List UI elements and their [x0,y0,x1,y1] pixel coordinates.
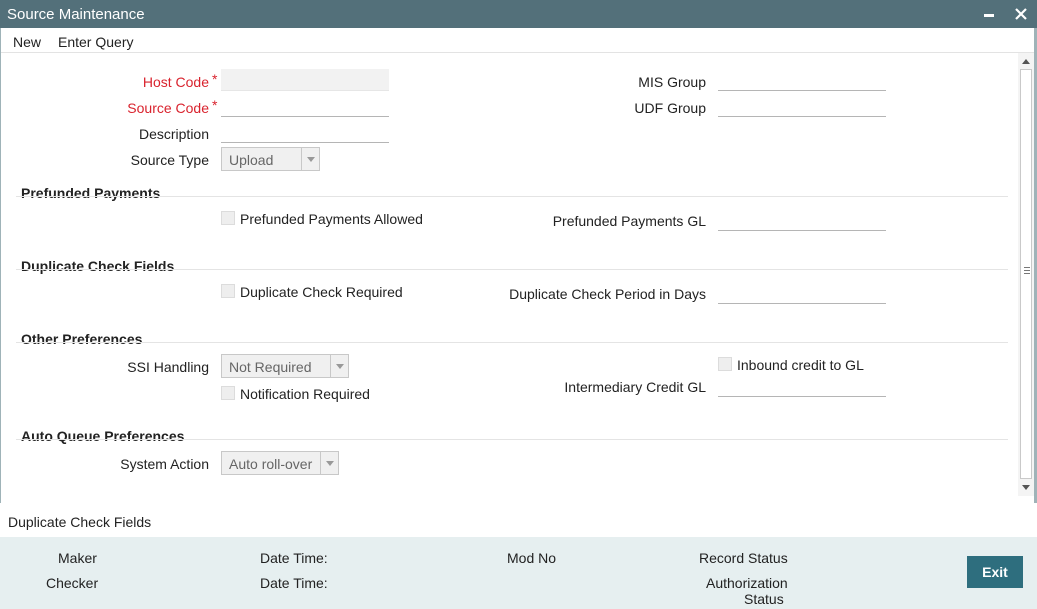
description-field[interactable] [221,121,389,143]
source-type-label: Source Type [130,152,209,168]
duplicate-check-fields-tab[interactable]: Duplicate Check Fields [8,514,151,530]
main-form: Host Code * Source Code * Description So… [1,53,1017,501]
maker-date-time-label: Date Time: [260,550,328,566]
exit-button[interactable]: Exit [967,556,1023,588]
enter-query-menu-item[interactable]: Enter Query [58,34,133,50]
inbound-credit-to-gl-label: Inbound credit to GL [737,357,864,373]
window-title: Source Maintenance [7,6,145,23]
close-icon[interactable] [1010,2,1032,26]
authorization-status-label: Status [744,591,784,607]
minimize-icon[interactable] [978,2,1000,26]
section-divider [16,196,1008,197]
authorization-label: Authorization [706,575,788,591]
duplicate-check-heading: Duplicate Check Fields [21,258,175,274]
source-code-required-marker: * [212,97,218,113]
close-glyph [1015,8,1027,20]
source-code-label: Source Code [127,100,209,116]
host-code-label: Host Code [142,74,209,90]
duplicate-check-required-label: Duplicate Check Required [240,284,403,300]
scrollbar-thumb[interactable] [1020,69,1032,479]
prefunded-payments-allowed-checkbox[interactable] [221,211,235,225]
mis-group-field[interactable] [718,69,886,91]
source-code-field[interactable] [221,95,389,117]
intermediary-credit-gl-label: Intermediary Credit GL [564,379,706,395]
scroll-up-icon[interactable] [1022,59,1030,64]
source-type-value: Upload [229,152,274,168]
source-type-select[interactable]: Upload [221,147,320,171]
footer-tab-bar: Duplicate Check Fields [0,503,1037,537]
menu-bar: New Enter Query [0,28,1037,53]
chevron-down-icon [320,452,338,474]
checker-date-time-label: Date Time: [260,575,328,591]
ssi-handling-value: Not Required [229,359,312,375]
system-action-select[interactable]: Auto roll-over [221,451,339,475]
duplicate-check-period-label: Duplicate Check Period in Days [509,286,706,302]
system-action-value: Auto roll-over [229,456,313,472]
duplicate-check-required-checkbox[interactable] [221,284,235,298]
maker-label: Maker [58,550,97,566]
other-preferences-heading: Other Preferences [21,331,143,347]
host-code-field[interactable] [221,69,389,91]
prefunded-payments-allowed-label: Prefunded Payments Allowed [240,211,423,227]
grip-icon [1024,267,1030,274]
title-bar: Source Maintenance [0,0,1037,28]
host-code-required-marker: * [212,71,218,87]
notification-required-checkbox[interactable] [221,386,235,400]
udf-group-label: UDF Group [634,100,706,116]
notification-required-label: Notification Required [240,386,370,402]
description-label: Description [138,126,209,142]
intermediary-credit-gl-field[interactable] [718,375,886,397]
minimize-glyph [984,14,994,17]
udf-group-field[interactable] [718,95,886,117]
chevron-down-icon [301,148,319,170]
vertical-scrollbar[interactable] [1018,53,1034,496]
chevron-down-icon [330,355,348,377]
prefunded-payments-heading: Prefunded Payments [21,185,161,201]
prefunded-payments-gl-label: Prefunded Payments GL [552,213,706,229]
section-divider [16,342,1008,343]
section-divider [16,269,1008,270]
audit-panel: Maker Checker Date Time: Date Time: Mod … [0,537,1037,609]
scroll-down-icon[interactable] [1022,485,1030,490]
record-status-label: Record Status [699,550,788,566]
mod-no-label: Mod No [507,550,557,566]
duplicate-check-period-field[interactable] [718,282,886,304]
new-menu-item[interactable]: New [13,34,41,50]
auto-queue-preferences-heading: Auto Queue Preferences [21,428,185,444]
system-action-label: System Action [120,456,209,472]
mis-group-label: MIS Group [638,74,706,90]
ssi-handling-label: SSI Handling [127,359,209,375]
checker-label: Checker [46,575,99,591]
prefunded-payments-gl-field[interactable] [718,209,886,231]
section-divider [16,439,1008,440]
inbound-credit-to-gl-checkbox[interactable] [718,357,732,371]
ssi-handling-select[interactable]: Not Required [221,354,349,378]
